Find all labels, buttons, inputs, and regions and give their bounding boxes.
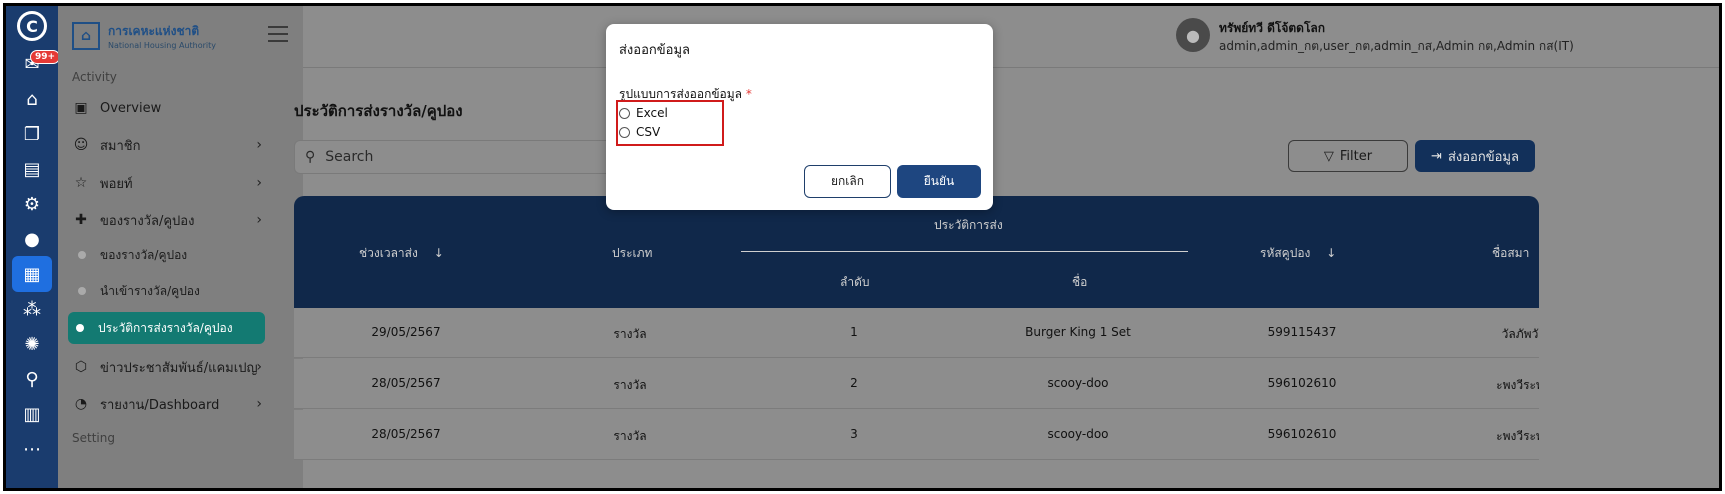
radio-label: Excel	[636, 106, 668, 120]
col-coupon-code[interactable]: รหัสคูปอง ↓	[1260, 244, 1336, 263]
document-icon[interactable]: ▤	[12, 151, 52, 187]
dashboard-grid-icon[interactable]: ▦	[12, 256, 52, 292]
confirm-button[interactable]: ยืนยัน	[897, 165, 981, 198]
sidebar-item-label: สมาชิก	[100, 138, 141, 154]
section-activity: Activity	[72, 70, 117, 84]
col-member-name: ชื่อสมา	[1492, 246, 1530, 260]
user-badge-icon: ☺	[73, 137, 89, 153]
more-icon[interactable]: ⋯	[12, 431, 52, 467]
avatar[interactable]: ●	[1176, 18, 1210, 52]
gift-icon: ✚	[75, 212, 87, 228]
brand-logo: ⌂ การเคหะแห่งชาติ National Housing Autho…	[72, 22, 216, 50]
col-type: ประเภท	[612, 246, 653, 260]
sidebar-subitem-label: นำเข้ารางวัล/คูปอง	[100, 283, 200, 298]
filter-label: Filter	[1339, 148, 1373, 164]
sidebar-item-label: พอยท์	[100, 176, 133, 192]
cube-icon: ⬡	[74, 359, 88, 375]
table-row[interactable]: 28/05/2567 รางวัล 3 scooy-doo 596102610 …	[294, 410, 1539, 460]
brand-name-en: National Housing Authority	[108, 41, 216, 50]
table-row[interactable]: 29/05/2567 รางวัล 1 Burger King 1 Set 59…	[294, 308, 1539, 358]
filter-button[interactable]: ▽ Filter	[1288, 140, 1408, 172]
sidebar: ⌂ การเคหะแห่งชาติ National Housing Autho…	[58, 6, 303, 488]
sidebar-item-label: ข่าวประชาสัมพันธ์/แคมเปญ	[100, 360, 258, 376]
search-placeholder: Search	[325, 149, 374, 165]
col-order: ลำดับ	[840, 275, 870, 289]
settings-gear-icon[interactable]: ⚙	[12, 186, 52, 222]
group-icon[interactable]: ⁂	[12, 291, 52, 327]
user-name: ทรัพย์ทวี ดีโจ้ตดโลก	[1219, 21, 1326, 35]
sidebar-item-overview[interactable]: ▣ Overview	[72, 93, 262, 123]
sidebar-subitem-history[interactable]: ประวัติการส่งรางวัล/คูปอง	[68, 312, 265, 344]
sidebar-subitem-label: ของรางวัล/คูปอง	[100, 247, 188, 262]
section-setting: Setting	[72, 431, 115, 445]
search-icon[interactable]: ⚲	[12, 361, 52, 397]
dialog-title: ส่งออกข้อมูล	[619, 43, 690, 58]
icon-rail: C ✉ 99+ ⌂ ❐ ▤ ⚙ ● ▦ ⁂ ✺ ⚲ ▥ ⋯	[6, 6, 61, 488]
page-title: ประวัติการส่งรางวัล/คูปอง	[294, 102, 463, 120]
export-dialog: ส่งออกข้อมูล รูปแบบการส่งออกข้อมูล * Exc…	[606, 24, 993, 210]
bullet-icon	[78, 251, 86, 259]
export-label: ส่งออกข้อมูล	[1447, 149, 1519, 165]
sidebar-item-reward[interactable]: ✚ ของรางวัล/คูปอง ›	[72, 205, 262, 235]
sidebar-subitem-import[interactable]: นำเข้ารางวัล/คูปอง	[78, 276, 278, 306]
radio-circle-icon[interactable]	[619, 107, 630, 119]
col-name: ชื่อ	[1072, 275, 1088, 289]
radio-circle-icon[interactable]	[619, 126, 630, 138]
header-divider	[741, 251, 1188, 252]
sidebar-item-label: รายงาน/Dashboard	[100, 397, 220, 413]
logo-icon[interactable]: C	[17, 11, 47, 41]
sort-arrow-icon[interactable]: ↓	[434, 246, 444, 260]
chevron-right-icon: ›	[256, 359, 262, 375]
radio-excel[interactable]: Excel	[619, 105, 668, 121]
required-mark: *	[745, 87, 752, 101]
cancel-button[interactable]: ยกเลิก	[804, 165, 891, 198]
sidebar-item-news[interactable]: ⬡ ข่าวประชาสัมพันธ์/แคมเปญ ›	[72, 352, 262, 382]
sidebar-item-label: Overview	[100, 100, 162, 116]
history-table: ช่วงเวลาส่ง ↓ ประเภท ประวัติการส่ง ลำดับ…	[294, 196, 1539, 488]
chevron-right-icon: ›	[256, 396, 262, 412]
home-icon[interactable]: ⌂	[12, 81, 52, 117]
star-icon: ☆	[74, 175, 88, 191]
pie-chart-icon: ◔	[74, 396, 88, 412]
settings-cog-icon[interactable]: ✺	[12, 326, 52, 362]
app-frame: C ✉ 99+ ⌂ ❐ ▤ ⚙ ● ▦ ⁂ ✺ ⚲ ▥ ⋯ ⌂ การเคหะแ…	[3, 3, 1722, 491]
sidebar-item-report[interactable]: ◔ รายงาน/Dashboard ›	[72, 389, 262, 419]
sort-arrow-icon[interactable]: ↓	[1326, 246, 1336, 260]
sidebar-item-point[interactable]: ☆ พอยท์ ›	[72, 168, 262, 198]
chevron-right-icon: ›	[256, 212, 262, 228]
sidebar-item-member[interactable]: ☺ สมาชิก ›	[72, 130, 262, 160]
grid-icon: ▣	[74, 100, 88, 116]
export-button[interactable]: ⇥ ส่งออกข้อมูล	[1415, 140, 1535, 172]
user-icon[interactable]: ●	[12, 221, 52, 257]
radio-csv[interactable]: CSV	[619, 124, 660, 140]
bar-chart-icon[interactable]: ▥	[12, 396, 52, 432]
col-period[interactable]: ช่วงเวลาส่ง ↓	[359, 244, 444, 263]
sidebar-item-label: ของรางวัล/คูปอง	[100, 213, 195, 229]
search-icon: ⚲	[305, 149, 316, 165]
bullet-icon	[76, 324, 84, 332]
sidebar-subitem-reward[interactable]: ของรางวัล/คูปอง	[78, 240, 278, 270]
col-history-group: ประวัติการส่ง	[934, 218, 1003, 232]
chevron-right-icon: ›	[256, 137, 262, 153]
table-header: ช่วงเวลาส่ง ↓ ประเภท ประวัติการส่ง ลำดับ…	[294, 196, 1539, 308]
notification-badge: 99+	[30, 50, 61, 64]
hamburger-menu-icon[interactable]	[268, 26, 288, 42]
copy-icon[interactable]: ❐	[12, 116, 52, 152]
user-roles: admin,admin_กต,user_กต,admin_กส,Admin กต…	[1219, 39, 1574, 53]
table-row[interactable]: 28/05/2567 รางวัล 2 scooy-doo 596102610 …	[294, 359, 1539, 409]
search-input[interactable]: ⚲ Search	[294, 140, 634, 174]
radio-label: CSV	[636, 125, 661, 139]
brand-mark-icon: ⌂	[72, 22, 100, 50]
bullet-icon	[78, 287, 86, 295]
filter-icon: ▽	[1323, 148, 1334, 164]
chevron-right-icon: ›	[256, 175, 262, 191]
sidebar-subitem-label: ประวัติการส่งรางวัล/คูปอง	[98, 320, 233, 335]
export-icon: ⇥	[1431, 148, 1442, 164]
brand-name-th: การเคหะแห่งชาติ	[108, 24, 200, 38]
